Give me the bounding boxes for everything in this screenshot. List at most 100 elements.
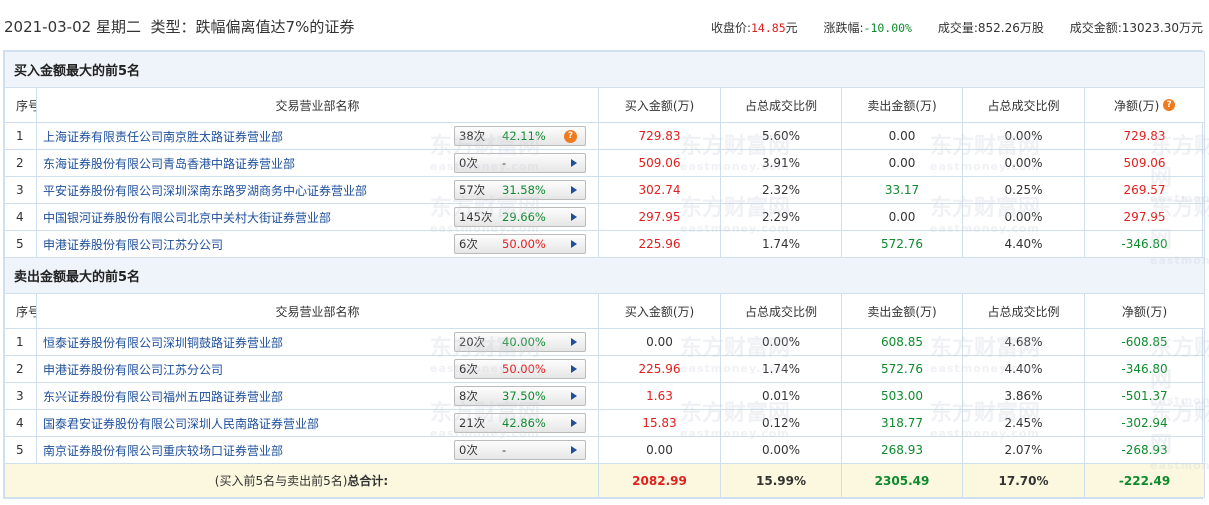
- expand-triangle-icon[interactable]: [571, 186, 577, 194]
- help-icon[interactable]: ?: [564, 130, 577, 143]
- table-row: 2 申港证券股份有限公司江苏分公司 6次 50.00% 225.96 1.74%…: [4, 355, 1206, 383]
- col-buy-pct: 占总成交比例: [720, 87, 842, 123]
- col-sell-pct: 占总成交比例: [962, 87, 1085, 123]
- total-label: (买入前5名与卖出前5名)总合计:: [4, 463, 599, 498]
- broker-cell: 中国银河证券股份有限公司北京中关村大街证券营业部 145次 29.66%: [36, 203, 599, 231]
- net-amount: -268.93: [1083, 436, 1206, 464]
- total-buy-pct: 15.99%: [720, 463, 842, 498]
- net-amount: 729.83: [1083, 122, 1206, 150]
- sell-ratio: 3.86%: [962, 382, 1085, 410]
- column-header-row: 序号 交易营业部名称 买入金额(万) 占总成交比例 卖出金额(万) 占总成交比例…: [4, 87, 1206, 123]
- buy-ratio: 3.91%: [720, 149, 842, 177]
- broker-stats-button[interactable]: 20次 40.00%: [454, 332, 586, 352]
- total-buy: 2082.99: [598, 463, 721, 498]
- broker-link[interactable]: 申港证券股份有限公司江苏分公司: [43, 363, 223, 377]
- col-idx: 序号: [4, 293, 37, 329]
- sell-amount: 318.77: [841, 409, 963, 437]
- broker-cell: 东兴证券股份有限公司福州五四路证券营业部 8次 37.50%: [36, 382, 599, 410]
- net-amount: 297.95: [1083, 203, 1206, 231]
- broker-link[interactable]: 恒泰证券股份有限公司深圳铜鼓路证券营业部: [43, 336, 283, 350]
- broker-link[interactable]: 平安证券股份有限公司深圳深南东路罗湖商务中心证券营业部: [43, 184, 367, 198]
- listing-count: 0次: [459, 156, 478, 170]
- broker-cell: 南京证券股份有限公司重庆较场口证券营业部 0次 -: [36, 436, 599, 464]
- broker-cell: 申港证券股份有限公司江苏分公司 6次 50.00%: [36, 230, 599, 258]
- success-rate: 31.58%: [502, 183, 546, 197]
- expand-triangle-icon[interactable]: [571, 338, 577, 346]
- success-rate: 40.00%: [502, 335, 546, 349]
- column-header-row: 序号 交易营业部名称 买入金额(万) 占总成交比例 卖出金额(万) 占总成交比例…: [4, 293, 1206, 329]
- expand-triangle-icon[interactable]: [571, 392, 577, 400]
- expand-triangle-icon[interactable]: [571, 213, 577, 221]
- buy-section-title: 买入金额最大的前5名: [3, 51, 1206, 88]
- table-row: 4 中国银河证券股份有限公司北京中关村大街证券营业部 145次 29.66% 2…: [4, 203, 1206, 231]
- date-text: 2021-03-02: [4, 18, 92, 36]
- sell-ratio: 0.25%: [962, 176, 1085, 204]
- broker-stats-button[interactable]: 0次 -: [454, 153, 586, 173]
- col-sell-pct: 占总成交比例: [962, 293, 1085, 329]
- listing-count: 0次: [459, 443, 478, 457]
- data-table: 买入金额最大的前5名 序号 交易营业部名称 买入金额(万) 占总成交比例 卖出金…: [3, 51, 1206, 498]
- broker-link[interactable]: 申港证券股份有限公司江苏分公司: [43, 238, 223, 252]
- expand-triangle-icon[interactable]: [571, 240, 577, 248]
- table-row: 5 申港证券股份有限公司江苏分公司 6次 50.00% 225.96 1.74%…: [4, 230, 1206, 258]
- row-index: 4: [4, 203, 37, 231]
- sell-amount: 0.00: [841, 203, 963, 231]
- help-icon[interactable]: ?: [1163, 98, 1176, 111]
- total-row: (买入前5名与卖出前5名)总合计: 2082.99 15.99% 2305.49…: [4, 463, 1206, 498]
- expand-triangle-icon[interactable]: [571, 446, 577, 454]
- col-buy: 买入金额(万): [598, 293, 721, 329]
- sell-amount: 0.00: [841, 149, 963, 177]
- col-net: 净额(万): [1083, 293, 1206, 329]
- buy-ratio: 2.32%: [720, 176, 842, 204]
- table-row: 1 恒泰证券股份有限公司深圳铜鼓路证券营业部 20次 40.00% 0.00 0…: [4, 328, 1206, 356]
- col-name: 交易营业部名称: [36, 87, 599, 123]
- buy-amount: 509.06: [598, 149, 721, 177]
- page-header: 2021-03-02 星期二 类型：跌幅偏离值达7%的证券 收盘价:14.85元…: [0, 0, 1209, 50]
- buy-ratio: 0.01%: [720, 382, 842, 410]
- listing-count: 21次: [459, 416, 486, 430]
- sell-ratio: 0.00%: [962, 149, 1085, 177]
- broker-link[interactable]: 南京证券股份有限公司重庆较场口证券营业部: [43, 444, 283, 458]
- buy-ratio: 0.12%: [720, 409, 842, 437]
- sell-amount: 503.00: [841, 382, 963, 410]
- expand-triangle-icon[interactable]: [571, 159, 577, 167]
- col-sell: 卖出金额(万): [841, 293, 963, 329]
- sell-section-title: 卖出金额最大的前5名: [3, 257, 1206, 294]
- buy-ratio: 1.74%: [720, 355, 842, 383]
- broker-stats-button[interactable]: 145次 29.66%: [454, 207, 586, 227]
- sell-amount: 572.76: [841, 230, 963, 258]
- broker-link[interactable]: 国泰君安证券股份有限公司深圳人民南路证券营业部: [43, 417, 319, 431]
- total-label-bold: 总合计:: [347, 474, 389, 488]
- broker-link[interactable]: 东海证券股份有限公司青岛香港中路证券营业部: [43, 157, 295, 171]
- sell-ratio: 0.00%: [962, 122, 1085, 150]
- net-amount: -608.85: [1083, 328, 1206, 356]
- broker-link[interactable]: 东兴证券股份有限公司福州五四路证券营业部: [43, 390, 283, 404]
- buy-amount: 225.96: [598, 230, 721, 258]
- broker-link[interactable]: 中国银河证券股份有限公司北京中关村大街证券营业部: [43, 211, 331, 225]
- row-index: 3: [4, 382, 37, 410]
- broker-stats-button[interactable]: 6次 50.00%: [454, 234, 586, 254]
- col-buy: 买入金额(万): [598, 87, 721, 123]
- broker-stats-button[interactable]: 6次 50.00%: [454, 359, 586, 379]
- broker-stats-button[interactable]: 57次 31.58%: [454, 180, 586, 200]
- listing-count: 20次: [459, 335, 486, 349]
- buy-section-header: 买入金额最大的前5名: [3, 51, 1206, 88]
- net-amount: -346.80: [1083, 230, 1206, 258]
- expand-triangle-icon[interactable]: [571, 365, 577, 373]
- sell-ratio: 4.40%: [962, 355, 1085, 383]
- broker-stats-button[interactable]: 8次 37.50%: [454, 386, 586, 406]
- net-amount: 509.06: [1083, 149, 1206, 177]
- buy-amount: 0.00: [598, 436, 721, 464]
- broker-stats-button[interactable]: 38次 42.11% ?: [454, 126, 586, 146]
- success-rate: -: [502, 443, 507, 457]
- sell-ratio: 4.68%: [962, 328, 1085, 356]
- buy-amount: 225.96: [598, 355, 721, 383]
- broker-stats-button[interactable]: 21次 42.86%: [454, 413, 586, 433]
- col-net: 净额(万) ?: [1083, 87, 1206, 123]
- col-net-label: 净额(万): [1121, 304, 1168, 319]
- broker-cell: 东海证券股份有限公司青岛香港中路证券营业部 0次 -: [36, 149, 599, 177]
- broker-stats-button[interactable]: 0次 -: [454, 440, 586, 460]
- broker-link[interactable]: 上海证券有限责任公司南京胜太路证券营业部: [43, 130, 283, 144]
- expand-triangle-icon[interactable]: [571, 419, 577, 427]
- total-label-prefix: (买入前5名与卖出前5名): [214, 474, 348, 488]
